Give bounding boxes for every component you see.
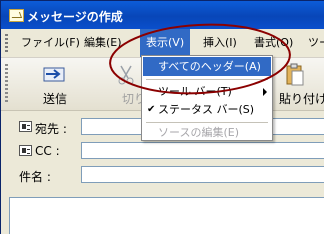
send-label: 送信 bbox=[43, 92, 68, 106]
send-button[interactable]: 送信 bbox=[29, 62, 79, 108]
menu-insert[interactable]: 挿入(I) bbox=[197, 29, 243, 57]
menubar-grip[interactable] bbox=[5, 34, 8, 52]
paste-button[interactable]: 貼り付け bbox=[273, 62, 324, 108]
menu-file[interactable]: ファイル(F) bbox=[15, 29, 86, 57]
menu-item-status-bar-label: ステータス バー(S) bbox=[158, 103, 255, 116]
check-icon: ✔ bbox=[147, 104, 156, 115]
menu-item-all-headers[interactable]: すべてのヘッダー(A) bbox=[143, 57, 271, 76]
send-icon bbox=[43, 67, 65, 82]
toolbar-grip[interactable] bbox=[5, 64, 8, 104]
view-menu-dropdown: すべてのヘッダー(A) ツール バー(T) ✔ ステータス バー(S) ソースの… bbox=[141, 55, 273, 141]
menu-bar: ファイル(F) 編集(E) 表示(V) 挿入(I) 書式(O) ツー bbox=[1, 29, 324, 58]
submenu-arrow-icon bbox=[263, 88, 267, 96]
subject-row: 件名 : bbox=[1, 163, 324, 187]
subject-field[interactable] bbox=[81, 166, 324, 183]
window-title: メッセージの作成 bbox=[27, 10, 123, 24]
menu-tools[interactable]: ツー bbox=[302, 29, 324, 57]
address-book-icon[interactable] bbox=[19, 121, 32, 132]
menu-format[interactable]: 書式(O) bbox=[248, 29, 299, 57]
to-label[interactable]: 宛先 : bbox=[35, 120, 67, 137]
menu-view[interactable]: 表示(V) bbox=[140, 29, 191, 57]
address-book-icon[interactable] bbox=[19, 145, 32, 156]
menu-edit[interactable]: 編集(E) bbox=[78, 29, 128, 57]
message-body[interactable] bbox=[9, 197, 324, 234]
cc-field[interactable] bbox=[81, 142, 324, 159]
cut-button[interactable]: 切り bbox=[109, 62, 146, 108]
menu-item-source-edit-label: ソースの編集(E) bbox=[158, 126, 239, 139]
cc-label[interactable]: CC : bbox=[35, 144, 60, 158]
subject-label: 件名 : bbox=[19, 170, 51, 184]
scissors-icon bbox=[118, 65, 134, 85]
menu-item-toolbars-label: ツール バー(T) bbox=[158, 85, 232, 98]
clipboard-icon bbox=[286, 63, 304, 86]
menu-separator bbox=[146, 79, 268, 80]
compose-message-icon bbox=[9, 9, 24, 22]
title-bar[interactable]: メッセージの作成 bbox=[1, 1, 324, 29]
paste-label: 貼り付け bbox=[279, 92, 324, 106]
menu-item-all-headers-label: すべてのヘッダー(A) bbox=[158, 60, 261, 73]
menu-item-toolbars[interactable]: ツール バー(T) bbox=[143, 82, 271, 101]
menu-item-status-bar[interactable]: ✔ ステータス バー(S) bbox=[143, 100, 271, 119]
menu-item-source-edit[interactable]: ソースの編集(E) bbox=[143, 123, 271, 142]
cc-row: CC : bbox=[1, 139, 324, 163]
